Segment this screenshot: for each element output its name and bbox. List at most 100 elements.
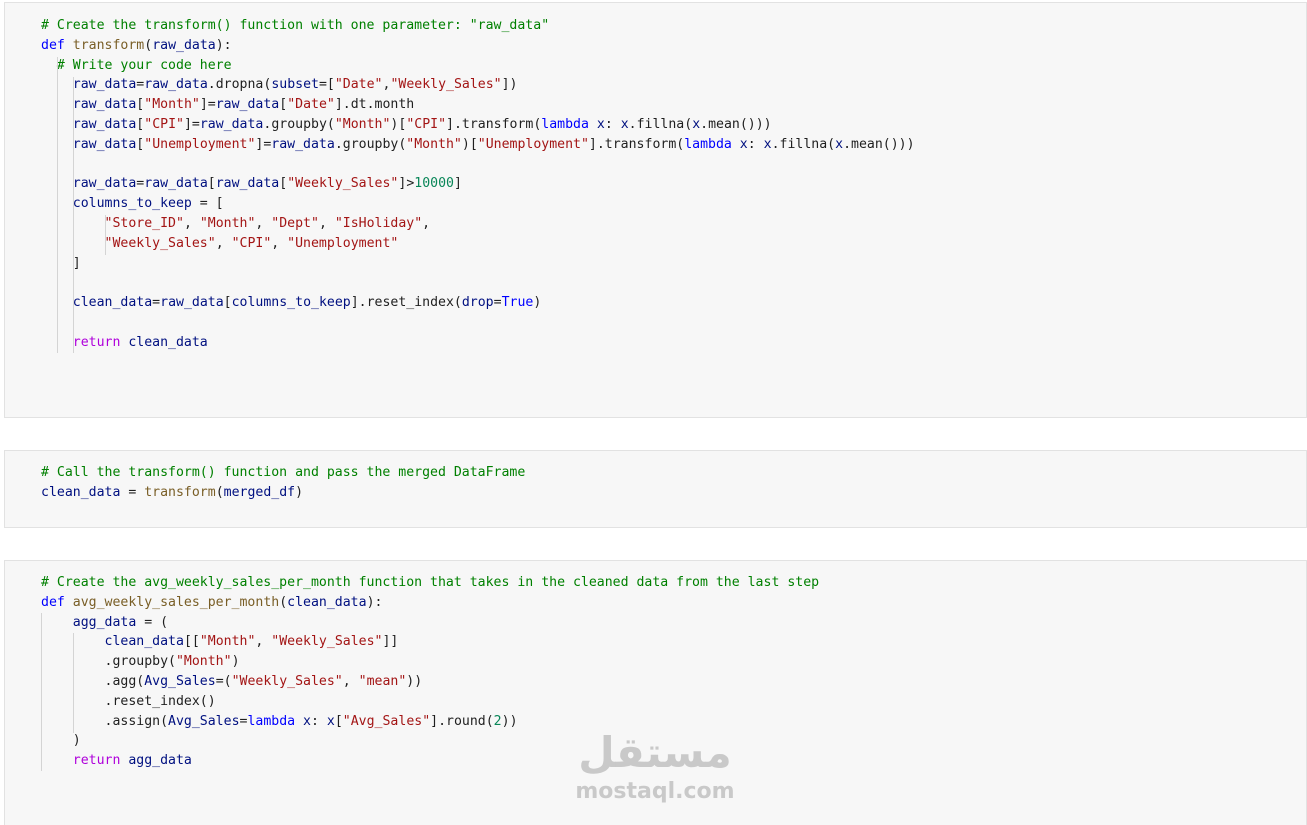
code-token: "Month" [199,215,256,231]
code-token: x [303,713,311,729]
code-cell-transform-definition[interactable]: # Create the transform() function with o… [4,2,1307,418]
code-line: raw_data["Unemployment"]=raw_data.groupb… [41,135,915,155]
code-token: avg_weekly_sales_per_month [72,594,280,610]
code-token: "Store_ID" [104,215,184,231]
code-token: .groupby( [334,136,407,152]
code-token: = [120,484,145,500]
code-token: clean_data [128,334,208,350]
code-token: ]= [199,97,216,113]
code-token: : [311,713,327,729]
code-token: clean_data [287,594,367,610]
code-token: , [183,215,200,231]
code-token: Avg_Sales [144,673,216,689]
code-editor[interactable]: # Call the transform() function and pass… [41,463,525,503]
code-token: [ [223,295,232,311]
code-token: ]> [398,176,415,192]
code-token: "Unemployment" [144,136,256,152]
code-token: ]= [255,136,272,152]
code-token: raw_data [72,97,137,113]
code-token: drop [461,295,494,311]
code-token: "IsHoliday" [334,215,423,231]
indent-guide [73,633,74,733]
code-token: x [763,136,772,152]
code-token: def [41,594,73,610]
code-token: raw_data [72,77,137,93]
code-token: x [596,116,605,132]
code-token: "Weekly_Sales" [390,77,502,93]
code-line: return agg_data [41,751,819,771]
code-token: 2 [493,713,502,729]
code-token: clean_data [72,295,153,311]
code-token: columns_to_keep [231,295,351,311]
code-token: raw_data [215,176,280,192]
code-line: columns_to_keep = [ [41,194,915,214]
code-token: , [255,215,272,231]
indent-guide [73,77,74,353]
code-token: ]) [501,77,518,93]
code-token: .fillna( [771,136,836,152]
code-token: =[ [318,77,335,93]
code-token: "Unemployment" [287,235,399,251]
code-token: clean_data [104,634,184,650]
code-token: [ [207,176,216,192]
code-token: # Create the avg_weekly_sales_per_month … [41,575,820,590]
code-line: agg_data = ( [41,613,819,633]
code-token: "Weekly_Sales" [271,634,383,650]
code-line: raw_data=raw_data.dropna(subset=["Date",… [41,75,915,95]
code-token: True [501,295,534,311]
code-token: ( [144,37,153,53]
code-token: =( [215,673,232,689]
code-token: "Weekly_Sales" [231,673,343,689]
code-token: ( [215,484,224,500]
code-token: raw_data [72,136,137,152]
code-token: "Month" [144,97,200,113]
code-token: transform [144,484,216,500]
code-editor[interactable]: # Create the transform() function with o… [41,16,915,353]
code-token: = ( [136,614,169,630]
code-cell-transform-call[interactable]: # Call the transform() function and pass… [4,450,1307,528]
code-token: def [41,37,73,53]
code-cell-avg-weekly-sales[interactable]: # Create the avg_weekly_sales_per_month … [4,560,1307,825]
code-token: x [620,116,629,132]
code-token: .mean())) [700,116,772,132]
code-token: )) [501,713,518,729]
code-token: raw_data [215,97,280,113]
code-token: return [72,753,129,769]
code-token: .groupby( [263,116,335,132]
code-token: clean_data [41,484,121,500]
code-token: x [692,116,701,132]
code-token: x [835,136,844,152]
code-token: raw_data [72,116,137,132]
code-line: .reset_index() [41,692,819,712]
code-token: # Create the transform() function with o… [41,18,550,33]
code-line: "Weekly_Sales", "CPI", "Unemployment" [41,234,915,254]
code-token: Avg_Sales [168,713,240,729]
code-line: "Store_ID", "Month", "Dept", "IsHoliday"… [41,214,915,234]
code-token: raw_data [144,176,208,192]
code-token: ] [453,176,462,192]
code-token: "Month" [406,136,462,152]
code-token: merged_df [223,484,296,500]
code-token: = [493,295,502,311]
code-token: , [255,634,272,650]
code-line: .groupby("Month") [41,652,819,672]
code-token: "Avg_Sales" [342,713,431,729]
code-token: [ [279,97,288,113]
code-token: ): [215,37,232,53]
code-token: ]] [382,634,399,650]
code-token: raw_data [199,116,264,132]
code-token: lambda [541,116,597,132]
code-token: )[ [390,116,407,132]
code-token: # Write your code here [56,57,232,73]
code-line: def avg_weekly_sales_per_month(clean_dat… [41,593,819,613]
code-token: )) [406,673,423,689]
code-token: transform [72,37,145,53]
code-line: clean_data=raw_data[columns_to_keep].res… [41,293,915,313]
code-token: agg_data [72,614,137,630]
code-editor[interactable]: # Create the avg_weekly_sales_per_month … [41,573,819,771]
code-line: clean_data[["Month", "Weekly_Sales"]] [41,632,819,652]
